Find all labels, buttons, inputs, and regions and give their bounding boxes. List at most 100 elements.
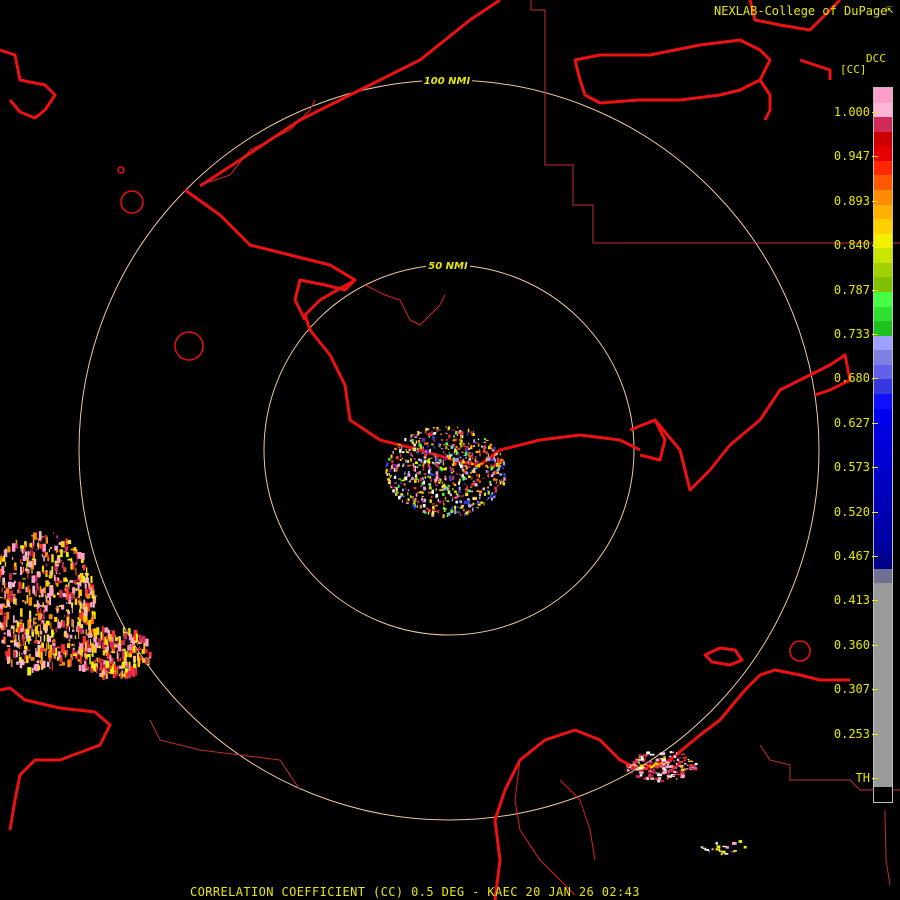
- echo-pixel: [456, 452, 457, 454]
- echo-pixel: [55, 564, 60, 567]
- echo-pixel: [743, 845, 747, 849]
- echo-pixel: [418, 458, 421, 461]
- scale-cell: [874, 743, 892, 759]
- echo-pixel: [479, 480, 481, 483]
- echo-pixel: [79, 609, 81, 613]
- echo-pixel: [43, 555, 45, 562]
- echo-pixel: [28, 614, 32, 619]
- echo-pixel: [127, 628, 130, 630]
- echo-pixel: [3, 612, 6, 616]
- echo-pixel: [680, 776, 685, 779]
- echo-pixel: [468, 442, 470, 445]
- echo-pixel: [417, 430, 420, 434]
- echo-pixel: [676, 759, 679, 761]
- echo-pixel: [132, 646, 136, 653]
- echo-pixel: [687, 764, 689, 766]
- echo-pixel: [461, 473, 464, 478]
- echo-pixel: [83, 601, 85, 606]
- echo-pixel: [416, 505, 418, 508]
- echo-pixel: [74, 635, 77, 639]
- echo-pixel: [61, 661, 65, 666]
- echo-pixel: [673, 770, 677, 773]
- echo-pixel: [677, 763, 680, 765]
- echo-pixel: [731, 851, 736, 853]
- echo-pixel: [143, 642, 145, 650]
- echo-pixel: [708, 850, 710, 853]
- scale-tick-label: 0.253: [833, 726, 870, 741]
- echo-pixel: [639, 773, 643, 777]
- echo-pixel: [417, 500, 419, 504]
- echo-pixel: [678, 759, 680, 761]
- scale-cell: [874, 394, 892, 410]
- echo-pixel: [90, 602, 93, 608]
- echo-pixel: [87, 653, 91, 657]
- echo-pixel: [59, 663, 62, 666]
- echo-pixel: [401, 465, 404, 467]
- echo-pixel: [451, 476, 455, 480]
- echo-pixel: [474, 456, 477, 459]
- echo-pixel: [119, 657, 122, 662]
- echo-pixel: [33, 604, 36, 608]
- echo-pixel: [490, 466, 494, 471]
- echo-pixel: [416, 492, 419, 494]
- echo-pixel: [67, 540, 72, 544]
- echo-pixel: [438, 481, 441, 484]
- echo-pixel: [38, 612, 42, 621]
- echo-pixel: [37, 642, 40, 644]
- echo-pixel: [89, 633, 92, 635]
- echo-pixel: [661, 772, 666, 775]
- echo-pixel: [672, 766, 678, 769]
- echo-pixel: [417, 451, 419, 455]
- echo-pixel: [426, 449, 429, 454]
- echo-pixel: [456, 506, 459, 508]
- echo-pixel: [640, 755, 644, 759]
- echo-pixel: [452, 462, 454, 465]
- scale-cell: [874, 729, 892, 745]
- echo-pixel: [105, 635, 109, 640]
- echo-pixel: [447, 484, 451, 487]
- scale-cell: [874, 262, 892, 278]
- echo-pixel: [121, 661, 125, 669]
- echo-pixel: [478, 503, 481, 506]
- echo-pixel: [81, 576, 85, 583]
- echo-pixel: [400, 481, 402, 485]
- scale-cell: [874, 627, 892, 643]
- scale-tick-mark: [872, 200, 878, 202]
- echo-pixel: [419, 443, 422, 447]
- echo-pixel: [418, 431, 422, 434]
- echo-pixel: [439, 478, 442, 482]
- echo-pixel: [109, 656, 112, 662]
- echo-pixel: [642, 768, 648, 770]
- echo-pixel: [43, 662, 46, 668]
- echo-pixel: [715, 841, 718, 845]
- echo-pixel: [32, 532, 37, 540]
- echo-pixel: [102, 645, 106, 650]
- echo-pixel: [388, 469, 392, 472]
- echo-pixel: [499, 473, 503, 476]
- echo-pixel: [630, 764, 633, 766]
- echo-pixel: [415, 493, 418, 497]
- echo-pixel: [116, 651, 118, 660]
- echo-pixel: [479, 452, 481, 457]
- echo-pixel: [50, 622, 52, 629]
- echo-pixel: [449, 466, 452, 470]
- echo-pixel: [46, 600, 50, 604]
- echo-pixel: [393, 468, 396, 472]
- echo-pixel: [99, 658, 104, 662]
- echo-pixel: [494, 486, 497, 490]
- echo-pixel: [407, 492, 409, 496]
- echo-pixel: [78, 624, 83, 627]
- echo-pixel: [454, 497, 457, 499]
- echo-pixel: [429, 448, 431, 453]
- echo-pixel: [13, 615, 15, 623]
- echo-pixel: [427, 445, 429, 448]
- echo-pixel: [413, 443, 416, 447]
- echo-pixel: [702, 847, 704, 849]
- echo-pixel: [427, 432, 431, 437]
- echo-pixel: [437, 509, 440, 514]
- echo-pixel: [415, 461, 418, 465]
- echo-pixel: [471, 507, 474, 512]
- echo-pixel: [657, 779, 661, 783]
- echo-pixel: [57, 577, 60, 581]
- echo-pixel: [476, 442, 478, 444]
